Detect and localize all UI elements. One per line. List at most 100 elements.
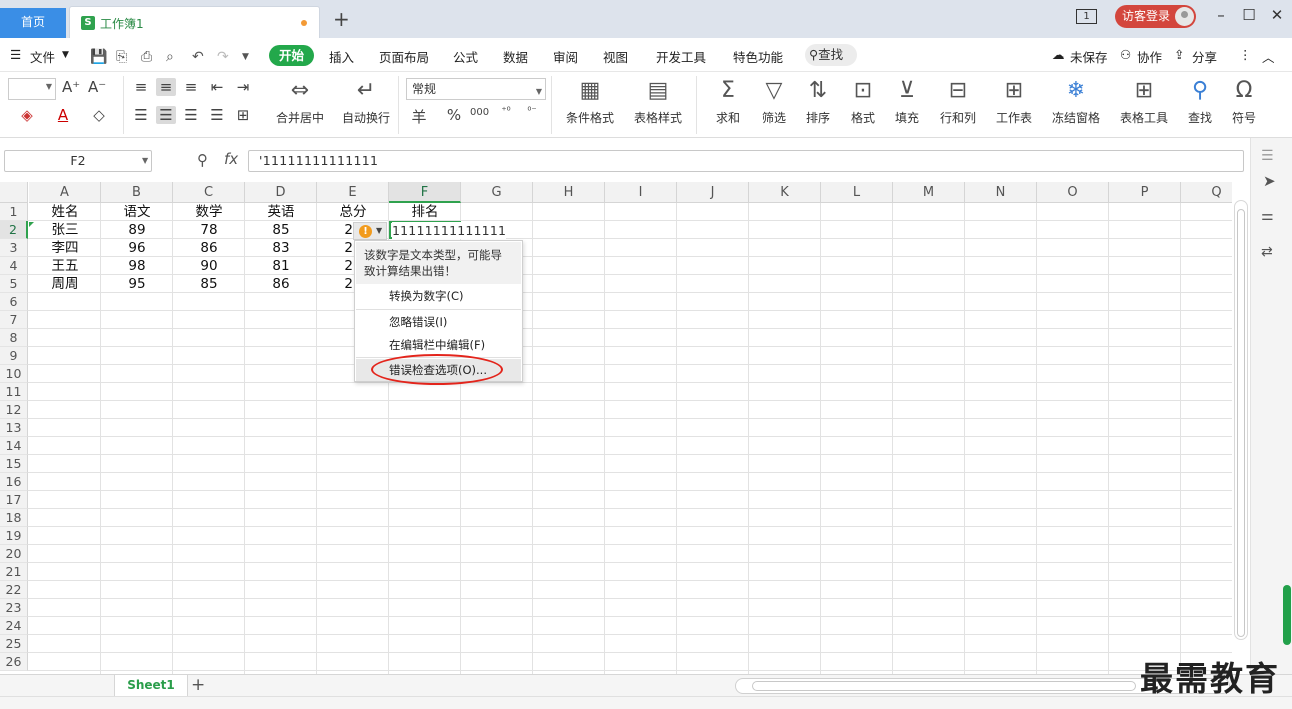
fill-button[interactable]: ⊻ 填充: [889, 76, 925, 126]
window-count-badge[interactable]: 1: [1076, 9, 1097, 24]
data-cell[interactable]: 96: [101, 239, 173, 257]
tab-insert[interactable]: 插入: [329, 47, 354, 66]
chevron-down-icon[interactable]: ▼: [142, 156, 148, 165]
indent-icon[interactable]: ⇥: [234, 78, 252, 96]
table-style-button[interactable]: ▤ 表格样式: [628, 76, 688, 126]
eraser-icon[interactable]: ◇: [90, 106, 108, 124]
data-cell[interactable]: 85: [173, 275, 245, 293]
maximize-icon[interactable]: ☐: [1239, 6, 1259, 24]
column-header-j[interactable]: J: [677, 182, 749, 203]
wrap-text-button[interactable]: ↵ 自动换行: [340, 76, 392, 126]
undo-icon[interactable]: ↶: [192, 49, 204, 65]
row-header-10[interactable]: 10: [0, 365, 28, 383]
sum-button[interactable]: Σ 求和: [710, 76, 746, 126]
data-cell[interactable]: 86: [173, 239, 245, 257]
column-header-n[interactable]: N: [965, 182, 1037, 203]
font-color-icon[interactable]: A: [54, 106, 72, 124]
filter-button[interactable]: ▽ 筛选: [756, 76, 792, 126]
row-header-24[interactable]: 24: [0, 617, 28, 635]
swap-icon[interactable]: ⇄: [1261, 244, 1273, 260]
tab-formulas[interactable]: 公式: [453, 47, 478, 66]
horizontal-scroll-thumb[interactable]: [752, 681, 1136, 691]
row-header-21[interactable]: 21: [0, 563, 28, 581]
data-cell[interactable]: 89: [101, 221, 173, 239]
tab-data[interactable]: 数据: [503, 47, 528, 66]
freeze-panes-button[interactable]: ❄ 冻结窗格: [1046, 76, 1106, 126]
align-left-icon[interactable]: ☰: [132, 106, 150, 124]
search-button[interactable]: ⚲查找: [805, 44, 857, 66]
zoom-formula-icon[interactable]: ⚲: [197, 151, 208, 169]
row-header-19[interactable]: 19: [0, 527, 28, 545]
redo-icon[interactable]: ↷: [217, 49, 229, 65]
row-header-9[interactable]: 9: [0, 347, 28, 365]
row-header-11[interactable]: 11: [0, 383, 28, 401]
vertical-scroll-thumb[interactable]: [1237, 209, 1245, 637]
row-header-6[interactable]: 6: [0, 293, 28, 311]
column-header-k[interactable]: K: [749, 182, 821, 203]
row-header-2[interactable]: 2: [0, 221, 28, 239]
sheet-tab-sheet1[interactable]: Sheet1: [114, 675, 188, 697]
row-col-button[interactable]: ⊟ 行和列: [934, 76, 982, 126]
data-cell[interactable]: 85: [245, 221, 317, 239]
row-header-25[interactable]: 25: [0, 635, 28, 653]
worksheet-button[interactable]: ⊞ 工作表: [990, 76, 1038, 126]
data-cell[interactable]: 王五: [29, 257, 101, 275]
number-format-select[interactable]: 常规 ▼: [406, 78, 546, 100]
align-top-icon[interactable]: ≡: [132, 78, 150, 96]
select-all-corner[interactable]: [0, 182, 28, 203]
data-cell[interactable]: 95: [101, 275, 173, 293]
minimize-icon[interactable]: –: [1211, 6, 1231, 24]
column-header-b[interactable]: B: [101, 182, 173, 203]
data-cell[interactable]: 81: [245, 257, 317, 275]
header-cell[interactable]: 姓名: [29, 203, 101, 221]
data-cell[interactable]: 86: [245, 275, 317, 293]
column-header-m[interactable]: M: [893, 182, 965, 203]
data-cell[interactable]: 90: [173, 257, 245, 275]
align-right-icon[interactable]: ☰: [182, 106, 200, 124]
data-cell[interactable]: 李四: [29, 239, 101, 257]
header-cell[interactable]: 语文: [101, 203, 173, 221]
header-cell[interactable]: 数学: [173, 203, 245, 221]
row-header-17[interactable]: 17: [0, 491, 28, 509]
formula-input[interactable]: '11111111111111: [248, 150, 1244, 172]
data-cell[interactable]: 98: [101, 257, 173, 275]
collab-button[interactable]: 协作: [1137, 47, 1162, 66]
unsaved-label[interactable]: 未保存: [1070, 47, 1108, 66]
distributed-icon[interactable]: ⊞: [234, 106, 252, 124]
chevron-down-icon[interactable]: ▼: [62, 50, 69, 60]
tab-home-ribbon[interactable]: 开始: [269, 45, 314, 66]
row-header-4[interactable]: 4: [0, 257, 28, 275]
data-cell[interactable]: 周周: [29, 275, 101, 293]
font-shrink-icon[interactable]: A⁻: [88, 78, 106, 96]
header-cell[interactable]: 总分: [317, 203, 389, 221]
column-header-q[interactable]: Q: [1181, 182, 1232, 203]
tab-page-layout[interactable]: 页面布局: [379, 47, 429, 66]
save-icon[interactable]: 💾: [90, 49, 107, 65]
new-tab-button[interactable]: +: [333, 8, 350, 30]
column-header-h[interactable]: H: [533, 182, 605, 203]
decrease-decimal-icon[interactable]: ⁰⁻: [523, 106, 541, 117]
sort-button[interactable]: ⇅ 排序: [800, 76, 836, 126]
row-header-22[interactable]: 22: [0, 581, 28, 599]
percent-button[interactable]: %: [445, 106, 463, 124]
find-button[interactable]: ⚲ 查找: [1180, 76, 1220, 126]
column-header-i[interactable]: I: [605, 182, 677, 203]
row-header-7[interactable]: 7: [0, 311, 28, 329]
tab-special[interactable]: 特色功能: [733, 47, 783, 66]
tab-home[interactable]: 首页: [0, 8, 66, 38]
row-header-26[interactable]: 26: [0, 653, 28, 671]
row-header-13[interactable]: 13: [0, 419, 28, 437]
row-header-8[interactable]: 8: [0, 329, 28, 347]
collapse-ribbon-icon[interactable]: ︿: [1262, 47, 1275, 66]
add-sheet-button[interactable]: +: [191, 675, 205, 695]
sidebar-menu-icon[interactable]: ☰: [1261, 148, 1274, 164]
row-header-3[interactable]: 3: [0, 239, 28, 257]
outdent-icon[interactable]: ⇤: [208, 78, 226, 96]
cell-f2-value[interactable]: 11111111111111: [392, 222, 507, 239]
align-center-icon[interactable]: ☰: [156, 106, 176, 124]
vertical-scrollbar[interactable]: [1234, 200, 1248, 640]
column-header-c[interactable]: C: [173, 182, 245, 203]
error-check-button[interactable]: ! ▼: [353, 222, 387, 240]
share-button[interactable]: 分享: [1192, 47, 1217, 66]
close-icon[interactable]: ✕: [1267, 6, 1287, 24]
